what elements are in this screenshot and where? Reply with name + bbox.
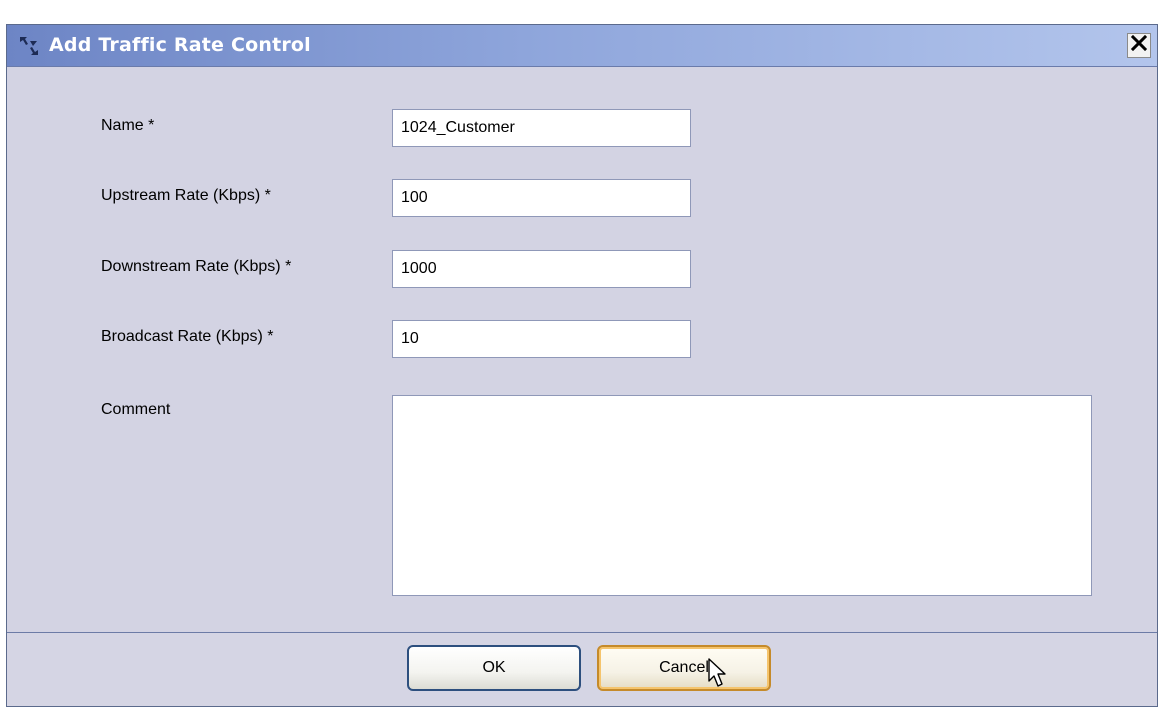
broadcast-rate-input[interactable] (392, 320, 691, 358)
add-traffic-rate-control-dialog: Add Traffic Rate Control Name * Upstream… (6, 24, 1158, 707)
name-label: Name * (101, 117, 155, 134)
form-panel: Name * Upstream Rate (Kbps) * Downstream… (7, 67, 1157, 633)
ok-button-label: OK (482, 659, 506, 676)
name-input[interactable] (392, 109, 691, 147)
mouse-pointer-icon (708, 658, 730, 690)
close-button[interactable] (1127, 33, 1151, 58)
traffic-rate-icon (17, 35, 41, 57)
cancel-button-label: Cancel (659, 659, 709, 676)
upstream-rate-label: Upstream Rate (Kbps) * (101, 187, 271, 204)
comment-textarea[interactable] (392, 395, 1092, 596)
upstream-rate-input[interactable] (392, 179, 691, 217)
comment-label: Comment (101, 401, 171, 418)
dialog-button-bar: OK Cancel (7, 633, 1157, 706)
dialog-title: Add Traffic Rate Control (49, 34, 311, 56)
downstream-rate-input[interactable] (392, 250, 691, 288)
dialog-titlebar[interactable]: Add Traffic Rate Control (7, 25, 1157, 67)
broadcast-rate-label: Broadcast Rate (Kbps) * (101, 328, 274, 345)
cancel-button[interactable]: Cancel (597, 645, 771, 691)
close-icon (1130, 34, 1148, 56)
ok-button[interactable]: OK (407, 645, 581, 691)
downstream-rate-label: Downstream Rate (Kbps) * (101, 258, 292, 275)
